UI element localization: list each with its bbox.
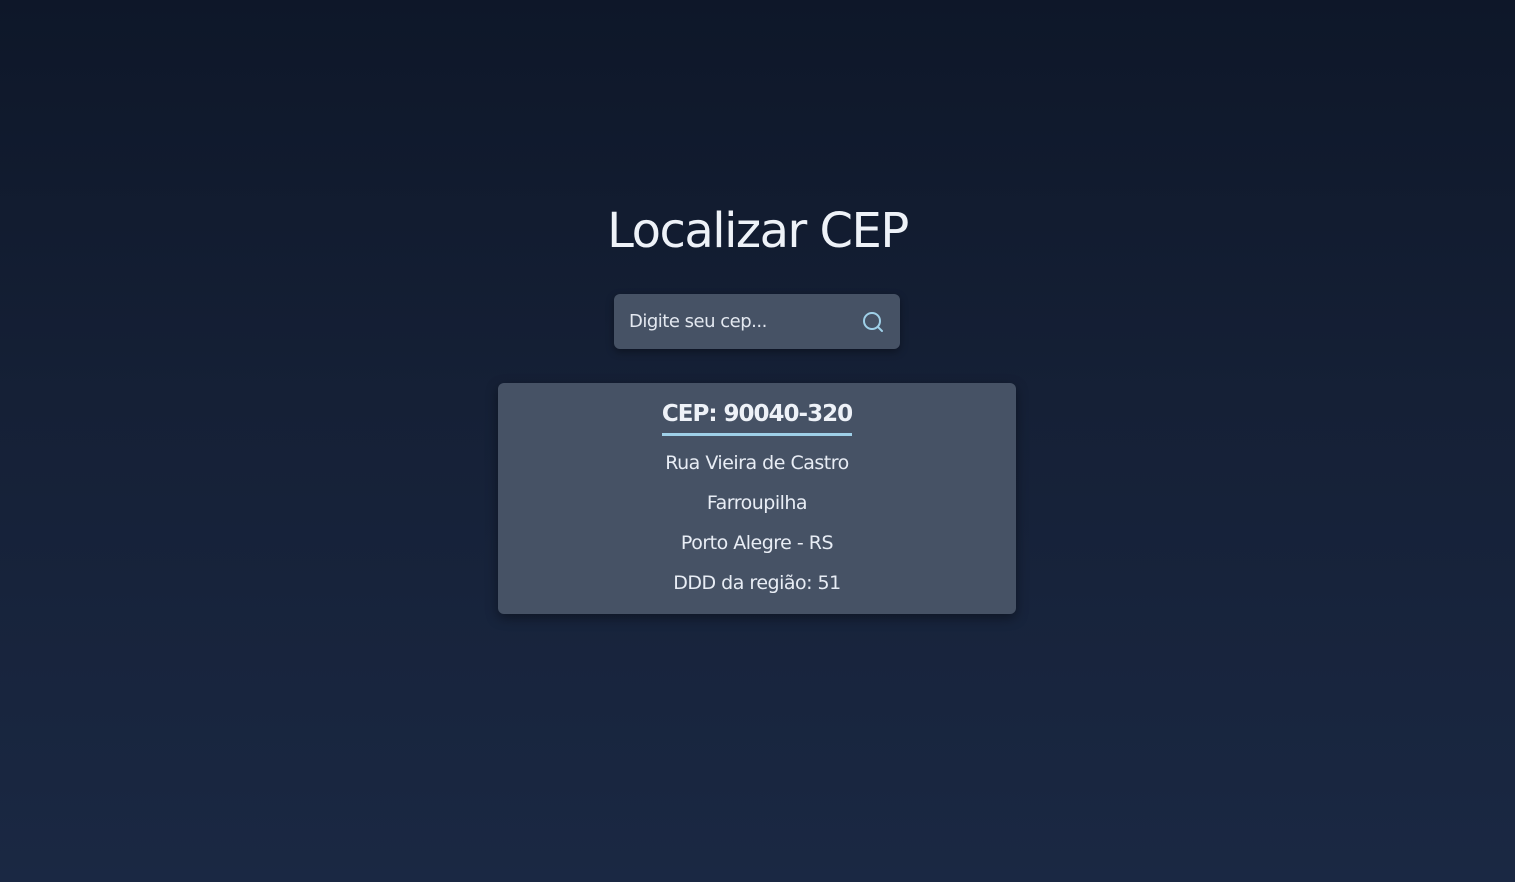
- neighborhood-text: Farroupilha: [706, 492, 808, 514]
- search-box: [614, 294, 900, 349]
- search-button[interactable]: [860, 309, 886, 335]
- ddd-text: DDD da região: 51: [673, 572, 841, 594]
- cep-search-input[interactable]: [629, 294, 860, 349]
- result-card: CEP: 90040-320 Rua Vieira de Castro Farr…: [498, 383, 1016, 614]
- city-state-text: Porto Alegre - RS: [680, 532, 834, 554]
- street-text: Rua Vieira de Castro: [665, 452, 849, 474]
- page-title: Localizar CEP: [607, 203, 909, 259]
- address-details: Rua Vieira de Castro Farroupilha Porto A…: [498, 443, 1016, 603]
- cep-heading: CEP: 90040-320: [661, 399, 853, 436]
- search-icon: [863, 311, 883, 332]
